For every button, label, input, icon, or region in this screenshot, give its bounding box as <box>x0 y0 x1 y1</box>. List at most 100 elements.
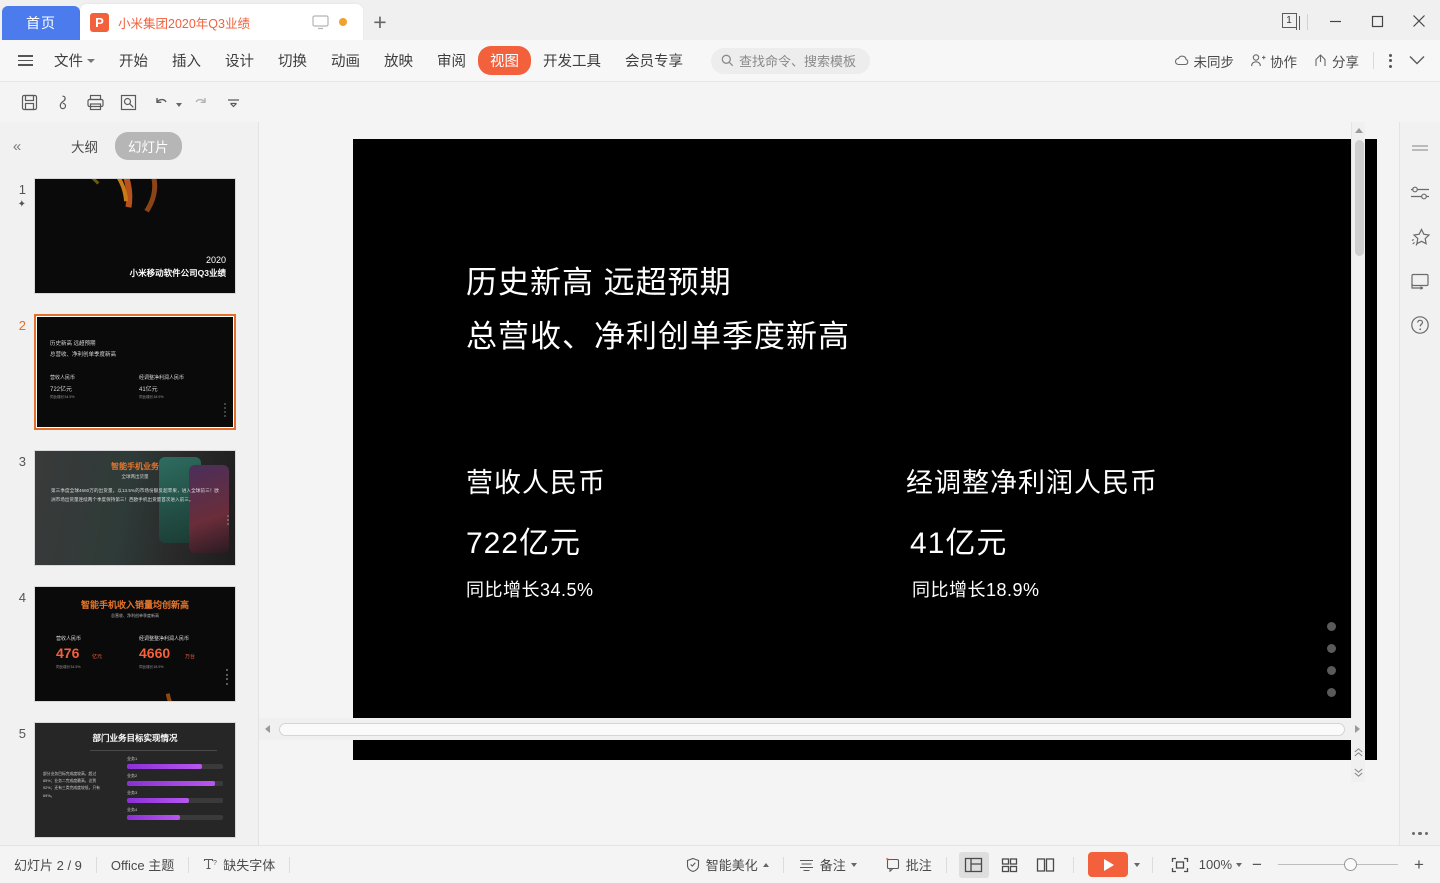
thumb5-bar-fill <box>127 798 189 803</box>
thumb4-col1-unit: 亿元 <box>92 654 103 660</box>
share-button[interactable]: 分享 <box>1306 47 1366 75</box>
minimize-button[interactable] <box>1314 2 1356 40</box>
hamburger-icon[interactable] <box>8 55 42 66</box>
smart-beautify-button[interactable]: 智能美化 <box>671 855 783 874</box>
collaborate-button[interactable]: 协作 <box>1243 47 1304 75</box>
current-slide[interactable]: 历史新高 远超预期 总营收、净利创单季度新高 营收人民币 722亿元 同比增长3… <box>353 139 1377 760</box>
comments-button[interactable]: 批注 <box>871 855 946 874</box>
thumbnail-frame[interactable]: 部门业务目标实现情况 部分业务目标完成度较高，超过85%；业务二完成度最高，达到… <box>34 722 236 838</box>
slide-headline-1[interactable]: 历史新高 远超预期 <box>466 257 732 302</box>
thumbnail-pane-header: « 大纲 幻灯片 <box>0 122 258 170</box>
scroll-right-icon[interactable] <box>1349 725 1365 733</box>
thumbnail-item-3[interactable]: 3 智能手机业务 全球两出货量 第三季度全球4660万的出货量，以13.5%的市… <box>0 442 259 578</box>
customize-toolbar-icon[interactable] <box>218 88 248 116</box>
print-icon[interactable] <box>80 88 110 116</box>
share-icon <box>1315 54 1326 66</box>
save-icon[interactable] <box>14 88 44 116</box>
home-tab[interactable]: 首页 <box>2 6 80 40</box>
window-count-button[interactable]: 1 <box>1271 2 1307 38</box>
ribbon-tab-member[interactable]: 会员专享 <box>613 46 695 75</box>
previous-slide-button[interactable] <box>1351 742 1365 762</box>
search-input[interactable]: 查找命令、搜索模板 <box>711 47 871 74</box>
thumbnail-frame[interactable]: 2020 小米移动软件公司Q3业绩 <box>34 178 236 294</box>
collaborate-label: 协作 <box>1270 54 1297 70</box>
normal-view-button[interactable] <box>958 851 989 878</box>
thumbnail-frame-selected[interactable]: 历史新高 远超预期 总营收、净利创单季度新高 营收人民币 722亿元 同比增长3… <box>34 314 236 430</box>
thumb4-col2-value: 4660 <box>139 645 171 661</box>
slide-headline-2[interactable]: 总营收、净利创单季度新高 <box>466 311 850 356</box>
output-icon[interactable] <box>47 88 77 116</box>
slide-stat-column-2[interactable]: 经调整净利润人民币 41亿元 同比增长18.9% <box>906 461 1158 602</box>
slide-stat-column-1[interactable]: 营收人民币 722亿元 同比增长34.5% <box>466 461 606 602</box>
vertical-scroll-thumb[interactable] <box>1354 140 1364 256</box>
double-chevron-left-icon[interactable]: « <box>0 138 34 155</box>
ribbon-tab-transition[interactable]: 切换 <box>266 46 319 75</box>
zoom-in-button[interactable]: + <box>1408 855 1430 875</box>
scroll-left-icon[interactable] <box>259 725 275 733</box>
slide-sorter-view-button[interactable] <box>995 852 1025 878</box>
thumbnail-list[interactable]: 1 ✦ 2020 小米移动软件公司Q3业绩 2 历史新高 远超预期 总营收、净利… <box>0 170 259 845</box>
sliders-icon[interactable] <box>1405 178 1435 208</box>
ribbon-tab-design[interactable]: 设计 <box>213 46 266 75</box>
thumbnail-item-4[interactable]: 4 智能手机收入销量均创新高 总营收、净利创单季度新高 营收人民币 476 亿元… <box>0 578 259 714</box>
thumb4-col1-value: 476 <box>56 645 80 661</box>
window-count-label: 1 <box>1281 12 1300 30</box>
zoom-level-button[interactable]: 100% <box>1195 857 1246 872</box>
stat-value: 41亿元 <box>910 527 1008 560</box>
print-preview-icon[interactable] <box>113 88 143 116</box>
tab-outline[interactable]: 大纲 <box>58 132 111 160</box>
scroll-up-icon[interactable] <box>1352 122 1366 138</box>
thumbnail-item-1[interactable]: 1 ✦ 2020 小米移动软件公司Q3业绩 <box>0 170 259 306</box>
ribbon-tab-developer[interactable]: 开发工具 <box>531 46 613 75</box>
slideshow-dropdown-icon[interactable] <box>1133 862 1140 867</box>
thumbnail-item-2[interactable]: 2 历史新高 远超预期 总营收、净利创单季度新高 营收人民币 722亿元 同比增… <box>0 306 259 442</box>
notes-button[interactable]: 备注 <box>784 855 871 874</box>
lines-icon[interactable] <box>1405 134 1435 164</box>
ribbon-tab-view[interactable]: 视图 <box>478 46 531 75</box>
chevron-up-icon[interactable] <box>762 862 769 867</box>
chevron-down-icon[interactable] <box>850 862 857 867</box>
ribbon-tab-slideshow[interactable]: 放映 <box>372 46 425 75</box>
thumbnail-frame[interactable]: 智能手机业务 全球两出货量 第三季度全球4660万的出货量，以13.5%的市场份… <box>34 450 236 566</box>
sync-status-button[interactable]: 未同步 <box>1167 47 1242 75</box>
maximize-button[interactable] <box>1356 2 1398 40</box>
theme-label[interactable]: Office 主题 <box>97 855 188 874</box>
vertical-scrollbar[interactable] <box>1351 122 1365 782</box>
zoom-slider[interactable] <box>1278 858 1398 872</box>
horizontal-scroll-thumb[interactable] <box>279 722 1345 736</box>
ribbon-tab-start[interactable]: 开始 <box>107 46 160 75</box>
thumbnail-frame[interactable]: 智能手机收入销量均创新高 总营收、净利创单季度新高 营收人民币 476 亿元 同… <box>34 586 236 702</box>
next-slide-button[interactable] <box>1351 762 1365 782</box>
thumbnail-number: 4 <box>18 590 26 605</box>
sparkle-star-icon[interactable] <box>1405 222 1435 252</box>
document-tab[interactable]: P 小米集团2020年Q3业绩 <box>80 4 363 40</box>
search-icon <box>721 54 734 67</box>
missing-font-button[interactable]: ? 缺失字体 <box>189 855 289 874</box>
ribbon-tab-review[interactable]: 审阅 <box>425 46 478 75</box>
horizontal-scrollbar[interactable] <box>259 718 1365 740</box>
start-slideshow-button[interactable] <box>1087 852 1128 877</box>
ribbon-tab-insert[interactable]: 插入 <box>160 46 213 75</box>
thumbnail-item-5[interactable]: 5 部门业务目标实现情况 部分业务目标完成度较高，超过85%；业务二完成度最高，… <box>0 714 259 845</box>
redo-icon[interactable] <box>185 88 215 116</box>
undo-icon[interactable] <box>146 88 176 116</box>
ribbon-tab-animation[interactable]: 动画 <box>319 46 372 75</box>
thumb3-title: 智能手机业务 <box>111 462 159 471</box>
reading-view-button[interactable] <box>1031 852 1061 878</box>
new-tab-button[interactable]: + <box>363 4 397 40</box>
chevron-down-icon[interactable] <box>1236 862 1242 867</box>
tab-slides[interactable]: 幻灯片 <box>115 132 182 160</box>
more-options-icon[interactable] <box>1381 53 1400 68</box>
screen-cast-icon[interactable] <box>1405 266 1435 296</box>
undo-dropdown-icon[interactable] <box>176 103 182 107</box>
collapse-ribbon-button[interactable] <box>1402 51 1432 70</box>
help-icon[interactable] <box>1405 310 1435 340</box>
ribbon-tab-file[interactable]: 文件 <box>42 46 107 75</box>
zoom-out-button[interactable]: − <box>1246 855 1268 875</box>
zoom-slider-knob[interactable] <box>1344 858 1357 871</box>
more-dots-icon[interactable] <box>1411 831 1429 835</box>
monitor-icon[interactable] <box>312 14 329 30</box>
close-button[interactable] <box>1398 2 1440 40</box>
fit-to-window-button[interactable] <box>1165 857 1195 873</box>
slide-canvas[interactable]: 历史新高 远超预期 总营收、净利创单季度新高 营收人民币 722亿元 同比增长3… <box>259 122 1377 782</box>
